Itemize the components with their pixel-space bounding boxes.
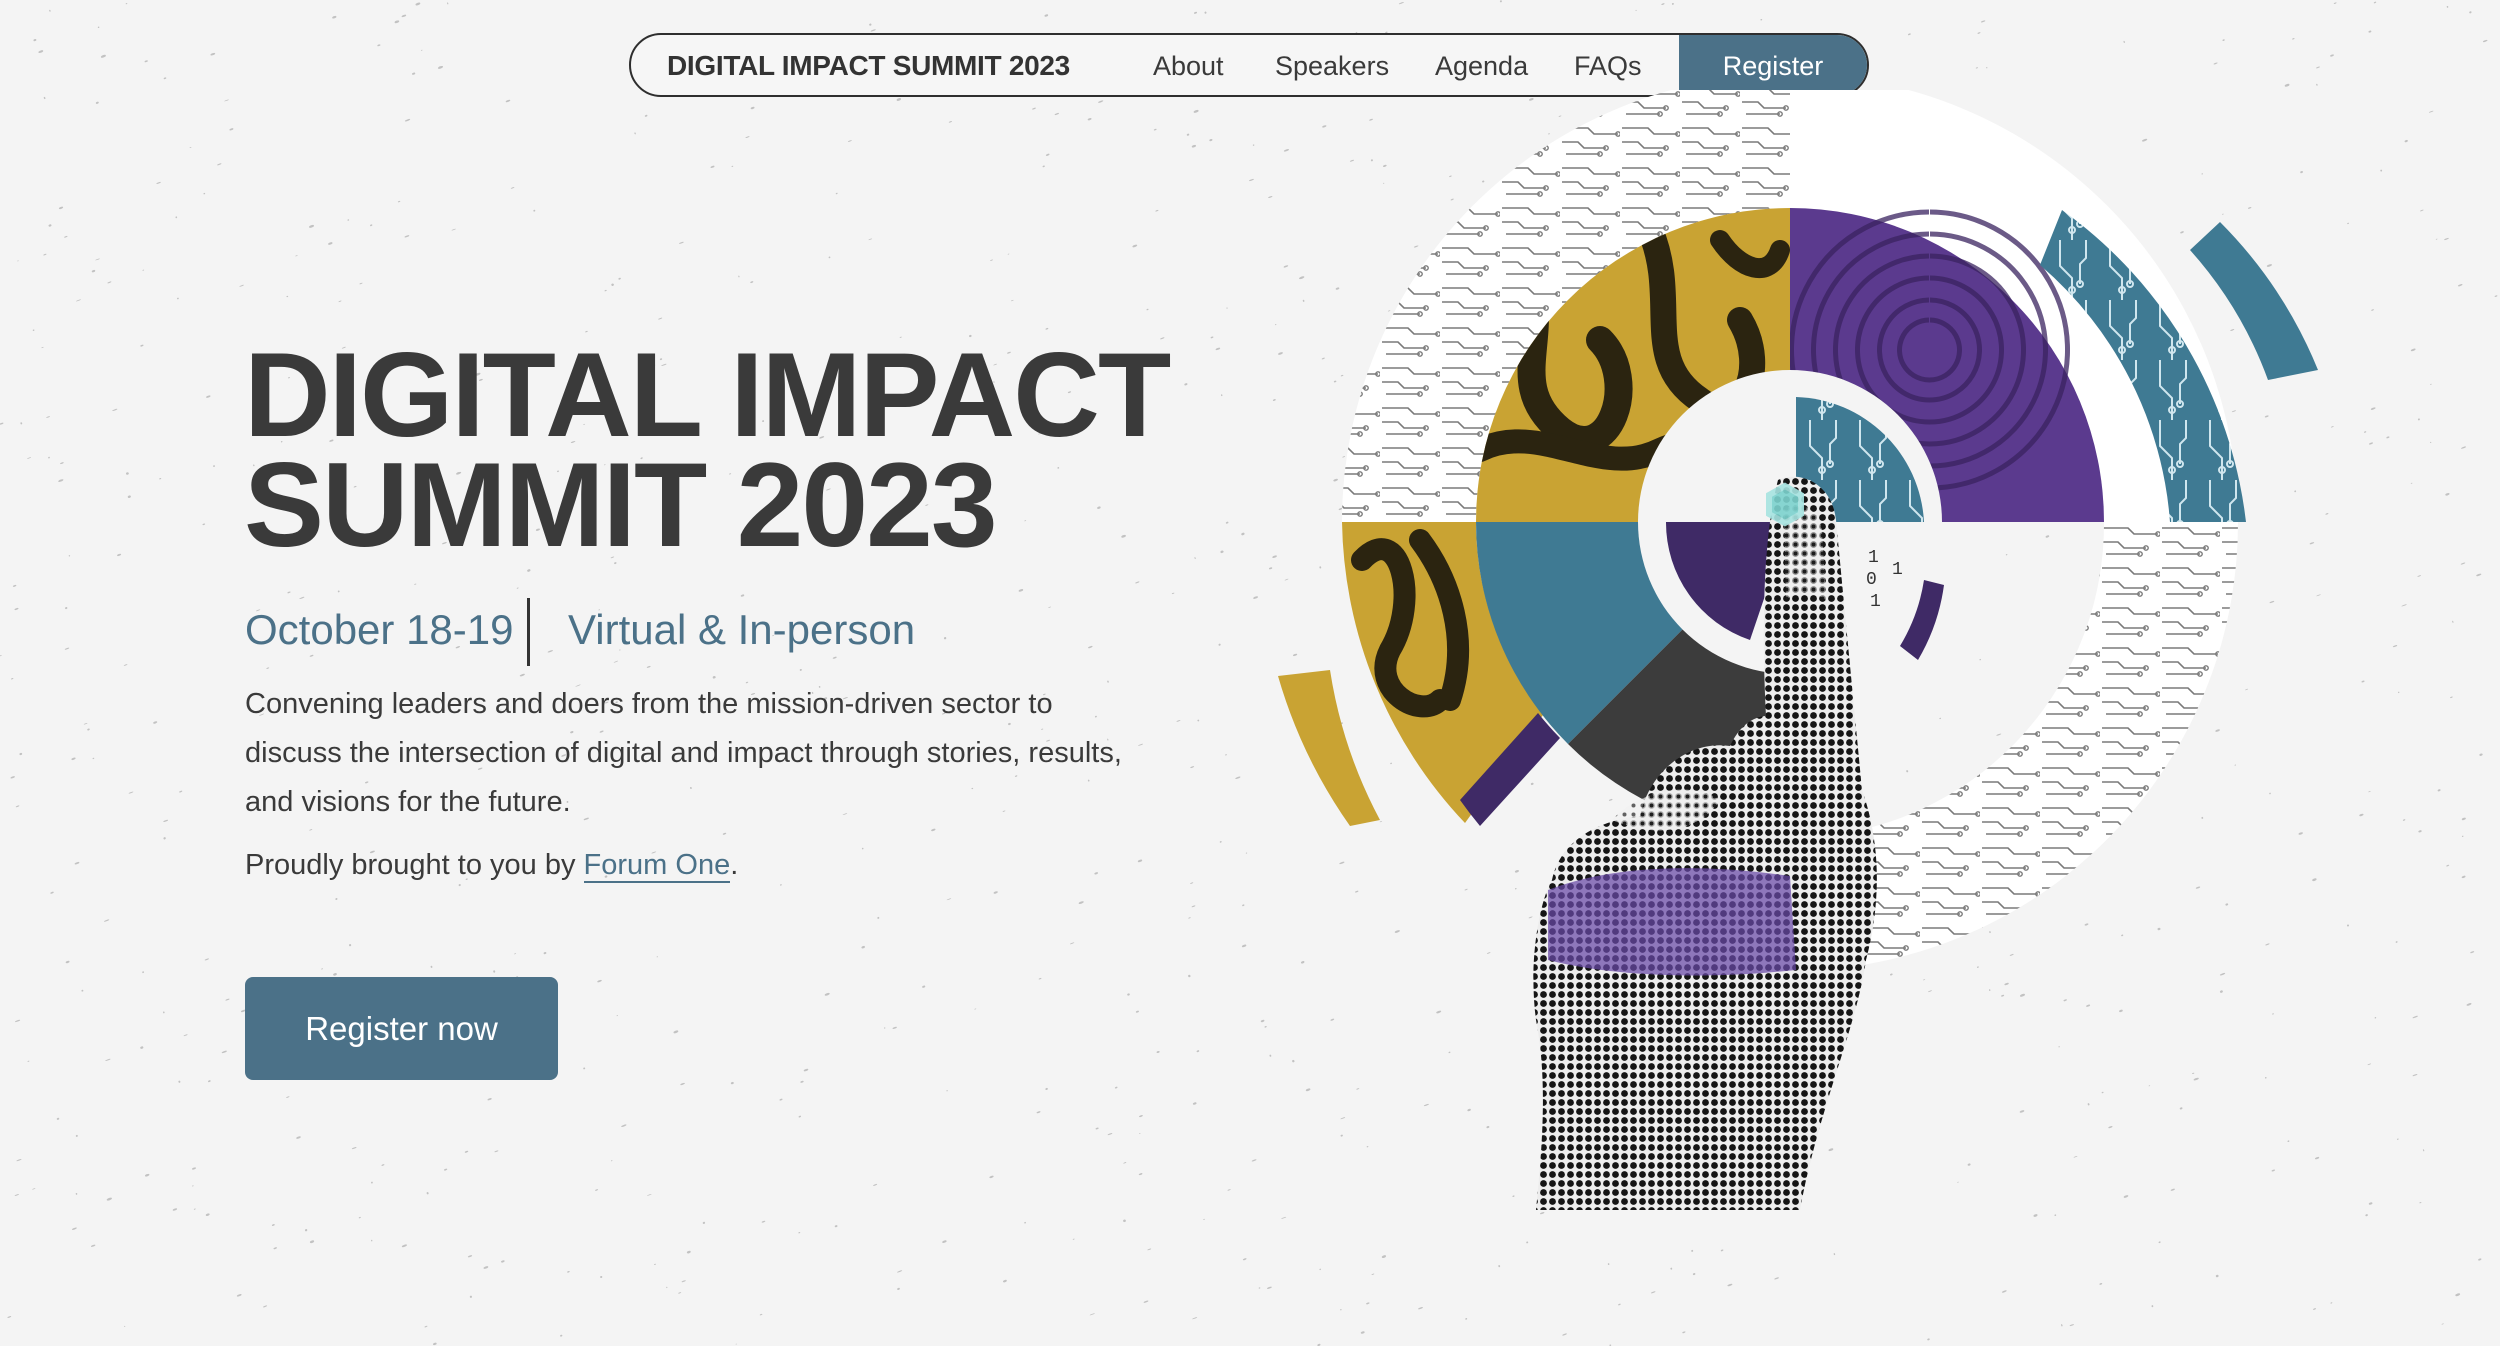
forum-one-link[interactable]: Forum One [583,849,731,883]
event-date: October 18-19 [245,606,514,653]
hero-illustration: 1 0 1 1 [1278,90,2318,1210]
page-title: DIGITAL IMPACT SUMMIT 2023 [244,328,1171,572]
hexagon-touch-icon [1766,482,1804,527]
register-now-button[interactable]: Register now [245,977,558,1080]
svg-text:0: 0 [1866,570,1877,590]
event-format: Virtual & In-person [568,606,916,653]
event-description: Convening leaders and doers from the mis… [245,688,1122,818]
nav-link-speakers[interactable]: Speakers [1275,35,1389,95]
meta-divider [527,598,530,666]
nav-link-about[interactable]: About [1153,35,1224,95]
nav-register-button[interactable]: Register [1679,35,1867,95]
title-line-2: SUMMIT 2023 [244,438,998,572]
credit-line: Proudly brought to you by Forum One. [245,843,738,887]
nav-brand[interactable]: DIGITAL IMPACT SUMMIT 2023 [667,35,1070,95]
svg-text:1: 1 [1892,560,1903,580]
nav-link-agenda[interactable]: Agenda [1435,35,1528,95]
mustard-arc-accent [1278,670,1380,826]
nav-link-faqs[interactable]: FAQs [1574,35,1642,95]
teal-arc-accent [2190,222,2318,380]
svg-text:1: 1 [1870,592,1881,612]
title-line-1: DIGITAL IMPACT [244,328,1171,462]
credit-suffix: . [730,849,739,881]
credit-prefix: Proudly brought to you by [245,849,584,881]
svg-text:1: 1 [1868,548,1879,568]
top-navigation: DIGITAL IMPACT SUMMIT 2023 About Speaker… [629,33,1869,97]
